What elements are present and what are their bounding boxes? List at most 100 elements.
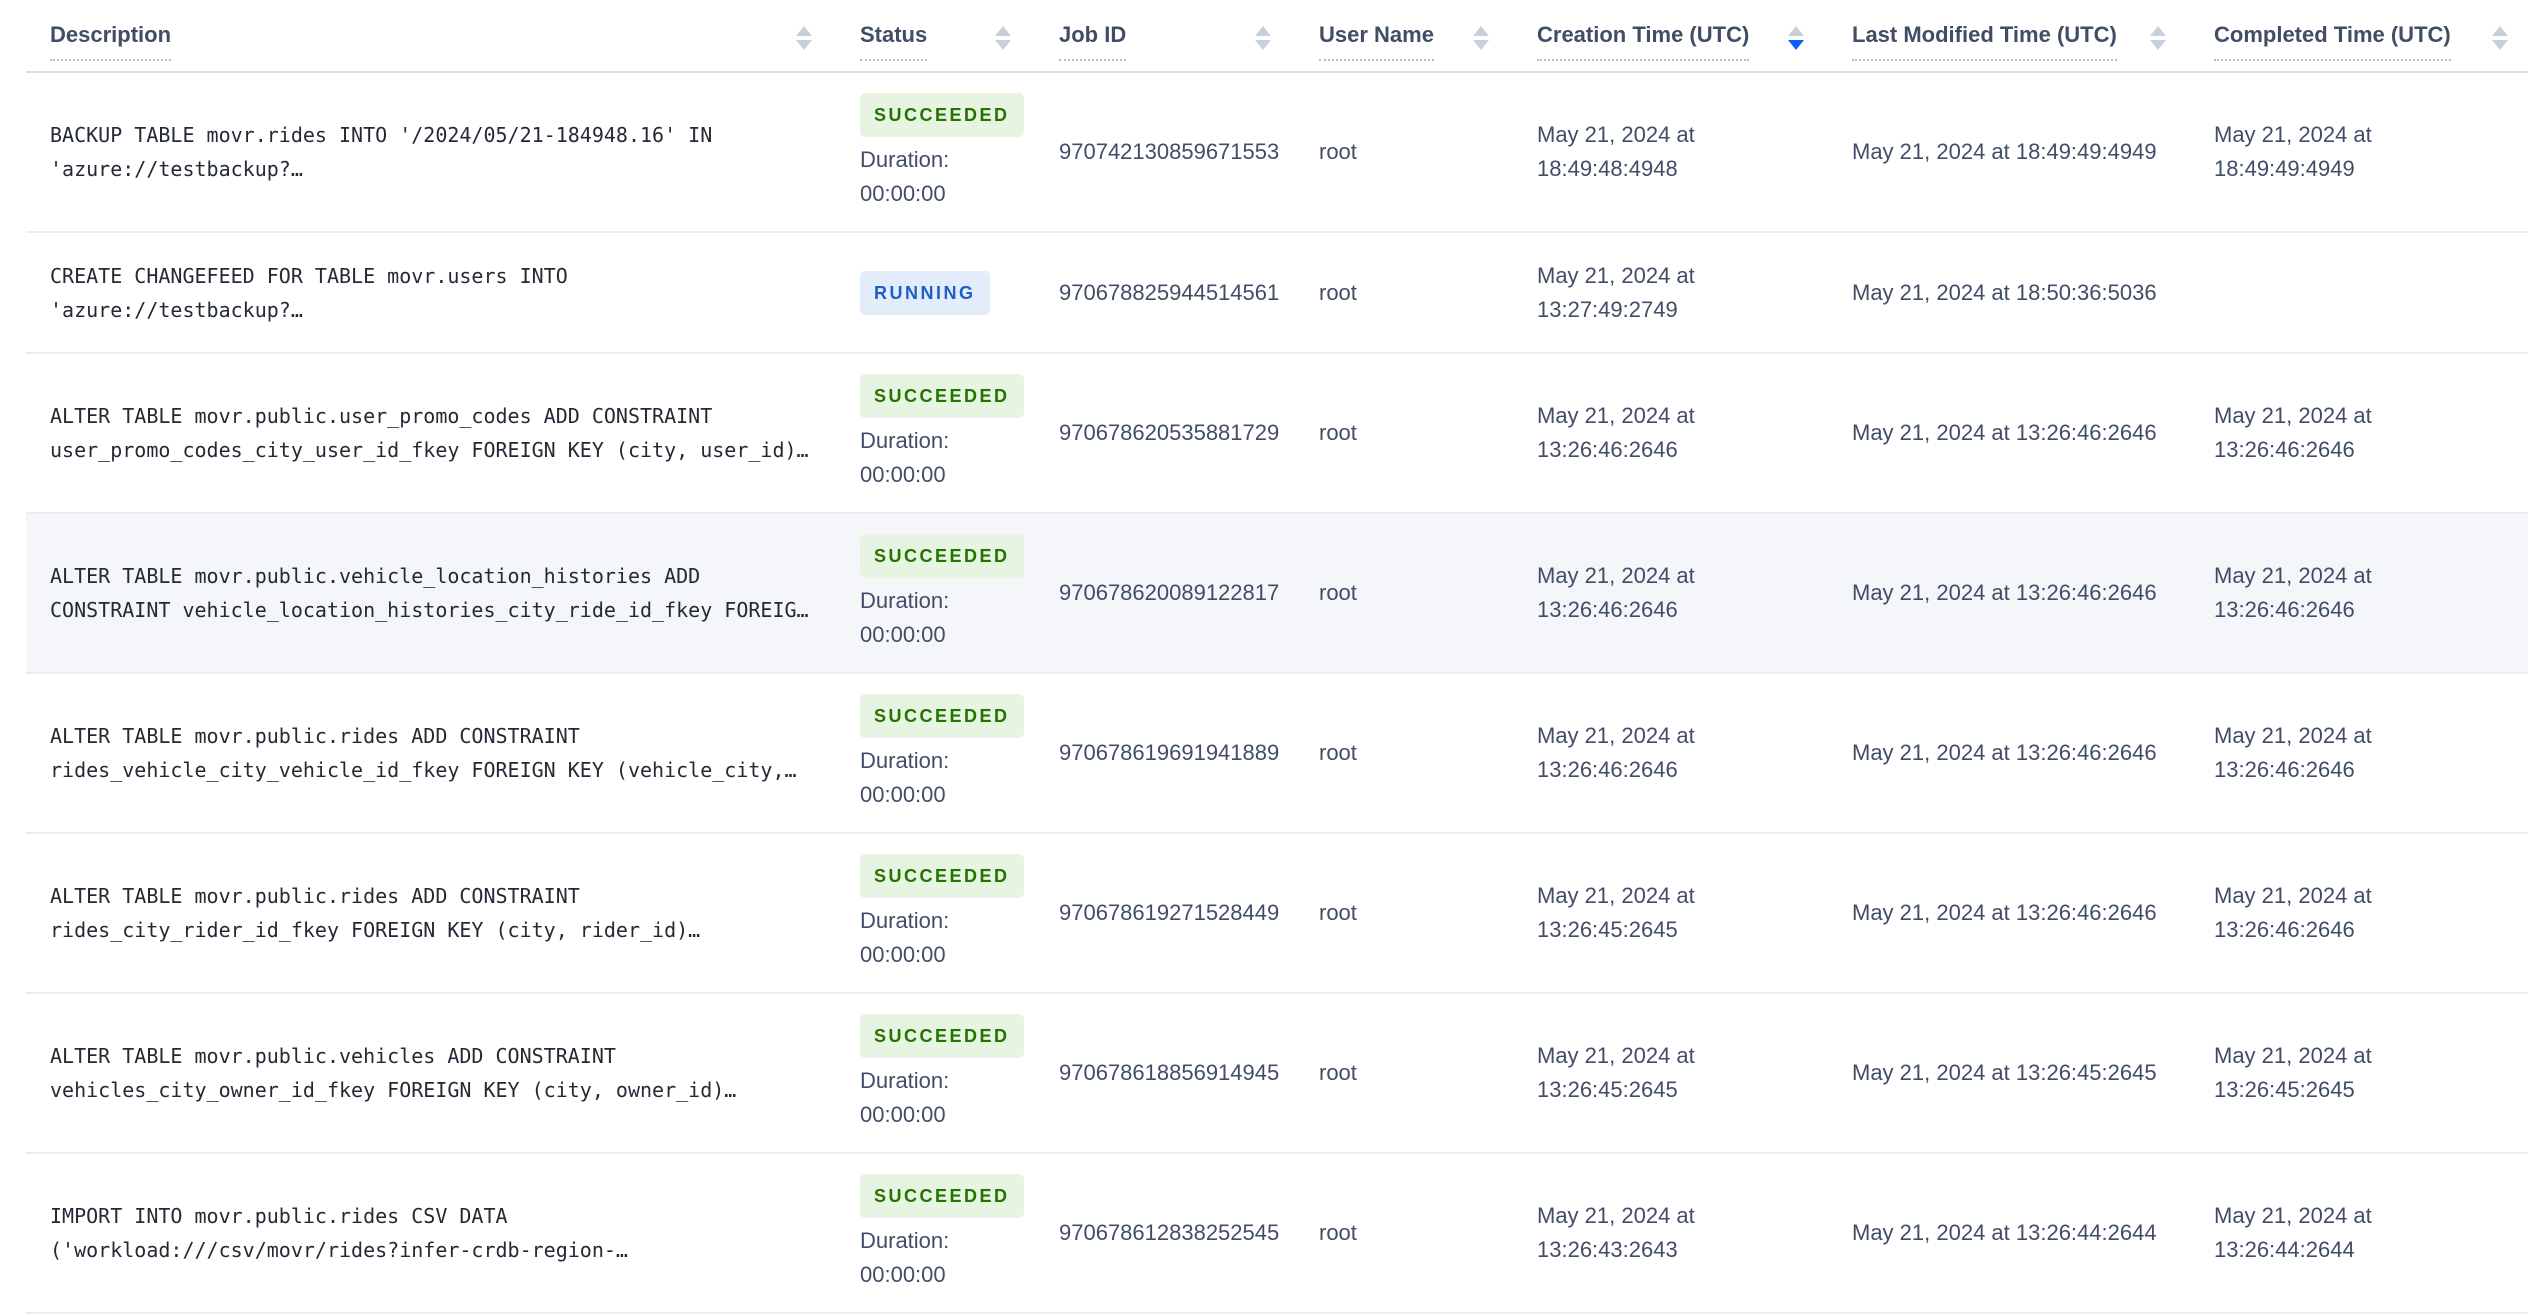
- sort-desc-icon[interactable]: [995, 40, 1011, 50]
- column-header-label[interactable]: Job ID: [1059, 22, 1127, 61]
- column-header-label[interactable]: Completed Time (UTC): [2214, 22, 2451, 61]
- duration-value: 00:00:00: [860, 622, 946, 647]
- completed-time: May 21, 2024 at 13:26:45:2645: [2214, 1043, 2372, 1102]
- sort-arrows-icon[interactable]: [2150, 26, 2166, 50]
- job-status-cell: SUCCEEDED Duration: 00:00:00: [860, 374, 1059, 492]
- sort-desc-icon[interactable]: [1788, 40, 1804, 50]
- job-description-cell[interactable]: IMPORT INTO movr.public.rides CSV DATA (…: [26, 1199, 860, 1267]
- sort-asc-icon[interactable]: [2150, 26, 2166, 36]
- completed-time: May 21, 2024 at 13:26:44:2644: [2214, 1203, 2372, 1262]
- column-header-label[interactable]: Status: [860, 22, 928, 61]
- duration-label: Duration:: [860, 908, 950, 933]
- column-header[interactable]: Job ID: [1059, 22, 1319, 61]
- sort-desc-icon[interactable]: [1255, 40, 1271, 50]
- creation-time: May 21, 2024 at 13:26:46:2646: [1537, 403, 1695, 462]
- column-header[interactable]: Description: [26, 22, 860, 61]
- sort-arrows-icon[interactable]: [1473, 26, 1489, 50]
- column-header-label[interactable]: Creation Time (UTC): [1537, 22, 1750, 61]
- last-modified-time: May 21, 2024 at 13:26:44:2644: [1852, 1220, 2157, 1245]
- sort-asc-icon[interactable]: [995, 26, 1011, 36]
- job-duration: Duration: 00:00:00: [860, 1224, 1011, 1292]
- sort-asc-icon[interactable]: [1473, 26, 1489, 36]
- job-description: ALTER TABLE movr.public.user_promo_codes…: [50, 404, 809, 462]
- completed-time: May 21, 2024 at 18:49:49:4949: [2214, 122, 2372, 181]
- sort-asc-icon[interactable]: [2492, 26, 2508, 36]
- job-description-cell[interactable]: ALTER TABLE movr.public.vehicle_location…: [26, 559, 860, 627]
- sort-arrows-icon[interactable]: [1255, 26, 1271, 50]
- jobs-table-body: BACKUP TABLE movr.rides INTO '/2024/05/2…: [26, 73, 2528, 1314]
- table-row[interactable]: ALTER TABLE movr.public.vehicle_location…: [26, 514, 2528, 674]
- sort-desc-icon[interactable]: [2150, 40, 2166, 50]
- sort-desc-icon[interactable]: [1473, 40, 1489, 50]
- job-description: ALTER TABLE movr.public.rides ADD CONSTR…: [50, 884, 701, 942]
- sort-asc-icon[interactable]: [1255, 26, 1271, 36]
- sort-arrows-icon[interactable]: [796, 26, 812, 50]
- sort-desc-icon[interactable]: [796, 40, 812, 50]
- last-modified-time: May 21, 2024 at 13:26:46:2646: [1852, 580, 2157, 605]
- job-description: ALTER TABLE movr.public.vehicles ADD CON…: [50, 1044, 737, 1102]
- table-row[interactable]: ALTER TABLE movr.public.rides ADD CONSTR…: [26, 674, 2528, 834]
- job-duration: Duration: 00:00:00: [860, 584, 1011, 652]
- table-row[interactable]: BACKUP TABLE movr.rides INTO '/2024/05/2…: [26, 73, 2528, 233]
- last-modified-time: May 21, 2024 at 13:26:46:2646: [1852, 900, 2157, 925]
- status-badge: SUCCEEDED: [860, 374, 1024, 418]
- job-description-cell[interactable]: BACKUP TABLE movr.rides INTO '/2024/05/2…: [26, 118, 860, 186]
- user-name: root: [1319, 900, 1357, 925]
- table-row[interactable]: IMPORT INTO movr.public.rides CSV DATA (…: [26, 1154, 2528, 1314]
- status-badge: RUNNING: [860, 270, 990, 315]
- status-badge: SUCCEEDED: [860, 1174, 1024, 1218]
- duration-label: Duration:: [860, 588, 950, 613]
- sort-arrows-icon[interactable]: [1788, 26, 1804, 50]
- user-name: root: [1319, 420, 1357, 445]
- column-header-label[interactable]: Last Modified Time (UTC): [1852, 22, 2117, 61]
- column-header[interactable]: User Name: [1319, 22, 1537, 61]
- completed-time: May 21, 2024 at 13:26:46:2646: [2214, 723, 2372, 782]
- job-description-cell[interactable]: ALTER TABLE movr.public.user_promo_codes…: [26, 399, 860, 467]
- job-description: IMPORT INTO movr.public.rides CSV DATA (…: [50, 1204, 628, 1262]
- column-header[interactable]: Completed Time (UTC): [2214, 22, 2528, 61]
- job-description-cell[interactable]: ALTER TABLE movr.public.rides ADD CONSTR…: [26, 879, 860, 947]
- user-name: root: [1319, 740, 1357, 765]
- last-modified-time: May 21, 2024 at 18:49:49:4949: [1852, 139, 2157, 164]
- column-header[interactable]: Creation Time (UTC): [1537, 22, 1852, 61]
- sort-arrows-icon[interactable]: [995, 26, 1011, 50]
- job-id: 970742130859671553: [1059, 139, 1280, 164]
- jobs-table-header: Description Status Job ID User Name Crea…: [26, 0, 2528, 73]
- job-description-cell[interactable]: CREATE CHANGEFEED FOR TABLE movr.users I…: [26, 259, 860, 327]
- last-modified-time: May 21, 2024 at 13:26:46:2646: [1852, 420, 2157, 445]
- table-row[interactable]: ALTER TABLE movr.public.rides ADD CONSTR…: [26, 834, 2528, 994]
- table-row[interactable]: ALTER TABLE movr.public.vehicles ADD CON…: [26, 994, 2528, 1154]
- status-badge: SUCCEEDED: [860, 534, 1024, 578]
- job-duration: Duration: 00:00:00: [860, 904, 1011, 972]
- job-status-cell: SUCCEEDED Duration: 00:00:00: [860, 1174, 1059, 1292]
- table-row[interactable]: ALTER TABLE movr.public.user_promo_codes…: [26, 354, 2528, 514]
- job-status-cell: SUCCEEDED Duration: 00:00:00: [860, 93, 1059, 211]
- sort-asc-icon[interactable]: [796, 26, 812, 36]
- job-duration: Duration: 00:00:00: [860, 143, 1011, 211]
- job-description-cell[interactable]: ALTER TABLE movr.public.vehicles ADD CON…: [26, 1039, 860, 1107]
- creation-time: May 21, 2024 at 18:49:48:4948: [1537, 122, 1695, 181]
- job-id: 970678618856914945: [1059, 1060, 1280, 1085]
- duration-value: 00:00:00: [860, 1102, 946, 1127]
- job-status-cell: SUCCEEDED Duration: 00:00:00: [860, 534, 1059, 652]
- column-header[interactable]: Status: [860, 22, 1059, 61]
- job-status-cell: SUCCEEDED Duration: 00:00:00: [860, 854, 1059, 972]
- last-modified-time: May 21, 2024 at 13:26:46:2646: [1852, 740, 2157, 765]
- job-description: ALTER TABLE movr.public.vehicle_location…: [50, 564, 809, 622]
- job-description-cell[interactable]: ALTER TABLE movr.public.rides ADD CONSTR…: [26, 719, 860, 787]
- sort-desc-icon[interactable]: [2492, 40, 2508, 50]
- job-status-cell: SUCCEEDED Duration: 00:00:00: [860, 694, 1059, 812]
- column-header[interactable]: Last Modified Time (UTC): [1852, 22, 2214, 61]
- last-modified-time: May 21, 2024 at 13:26:45:2645: [1852, 1060, 2157, 1085]
- column-header-label[interactable]: User Name: [1319, 22, 1434, 61]
- creation-time: May 21, 2024 at 13:26:46:2646: [1537, 563, 1695, 622]
- job-duration: Duration: 00:00:00: [860, 744, 1011, 812]
- sort-asc-icon[interactable]: [1788, 26, 1804, 36]
- sort-arrows-icon[interactable]: [2492, 26, 2508, 50]
- duration-value: 00:00:00: [860, 181, 946, 206]
- duration-value: 00:00:00: [860, 1262, 946, 1287]
- table-row[interactable]: CREATE CHANGEFEED FOR TABLE movr.users I…: [26, 233, 2528, 354]
- column-header-label[interactable]: Description: [50, 22, 172, 61]
- duration-value: 00:00:00: [860, 462, 946, 487]
- user-name: root: [1319, 139, 1357, 164]
